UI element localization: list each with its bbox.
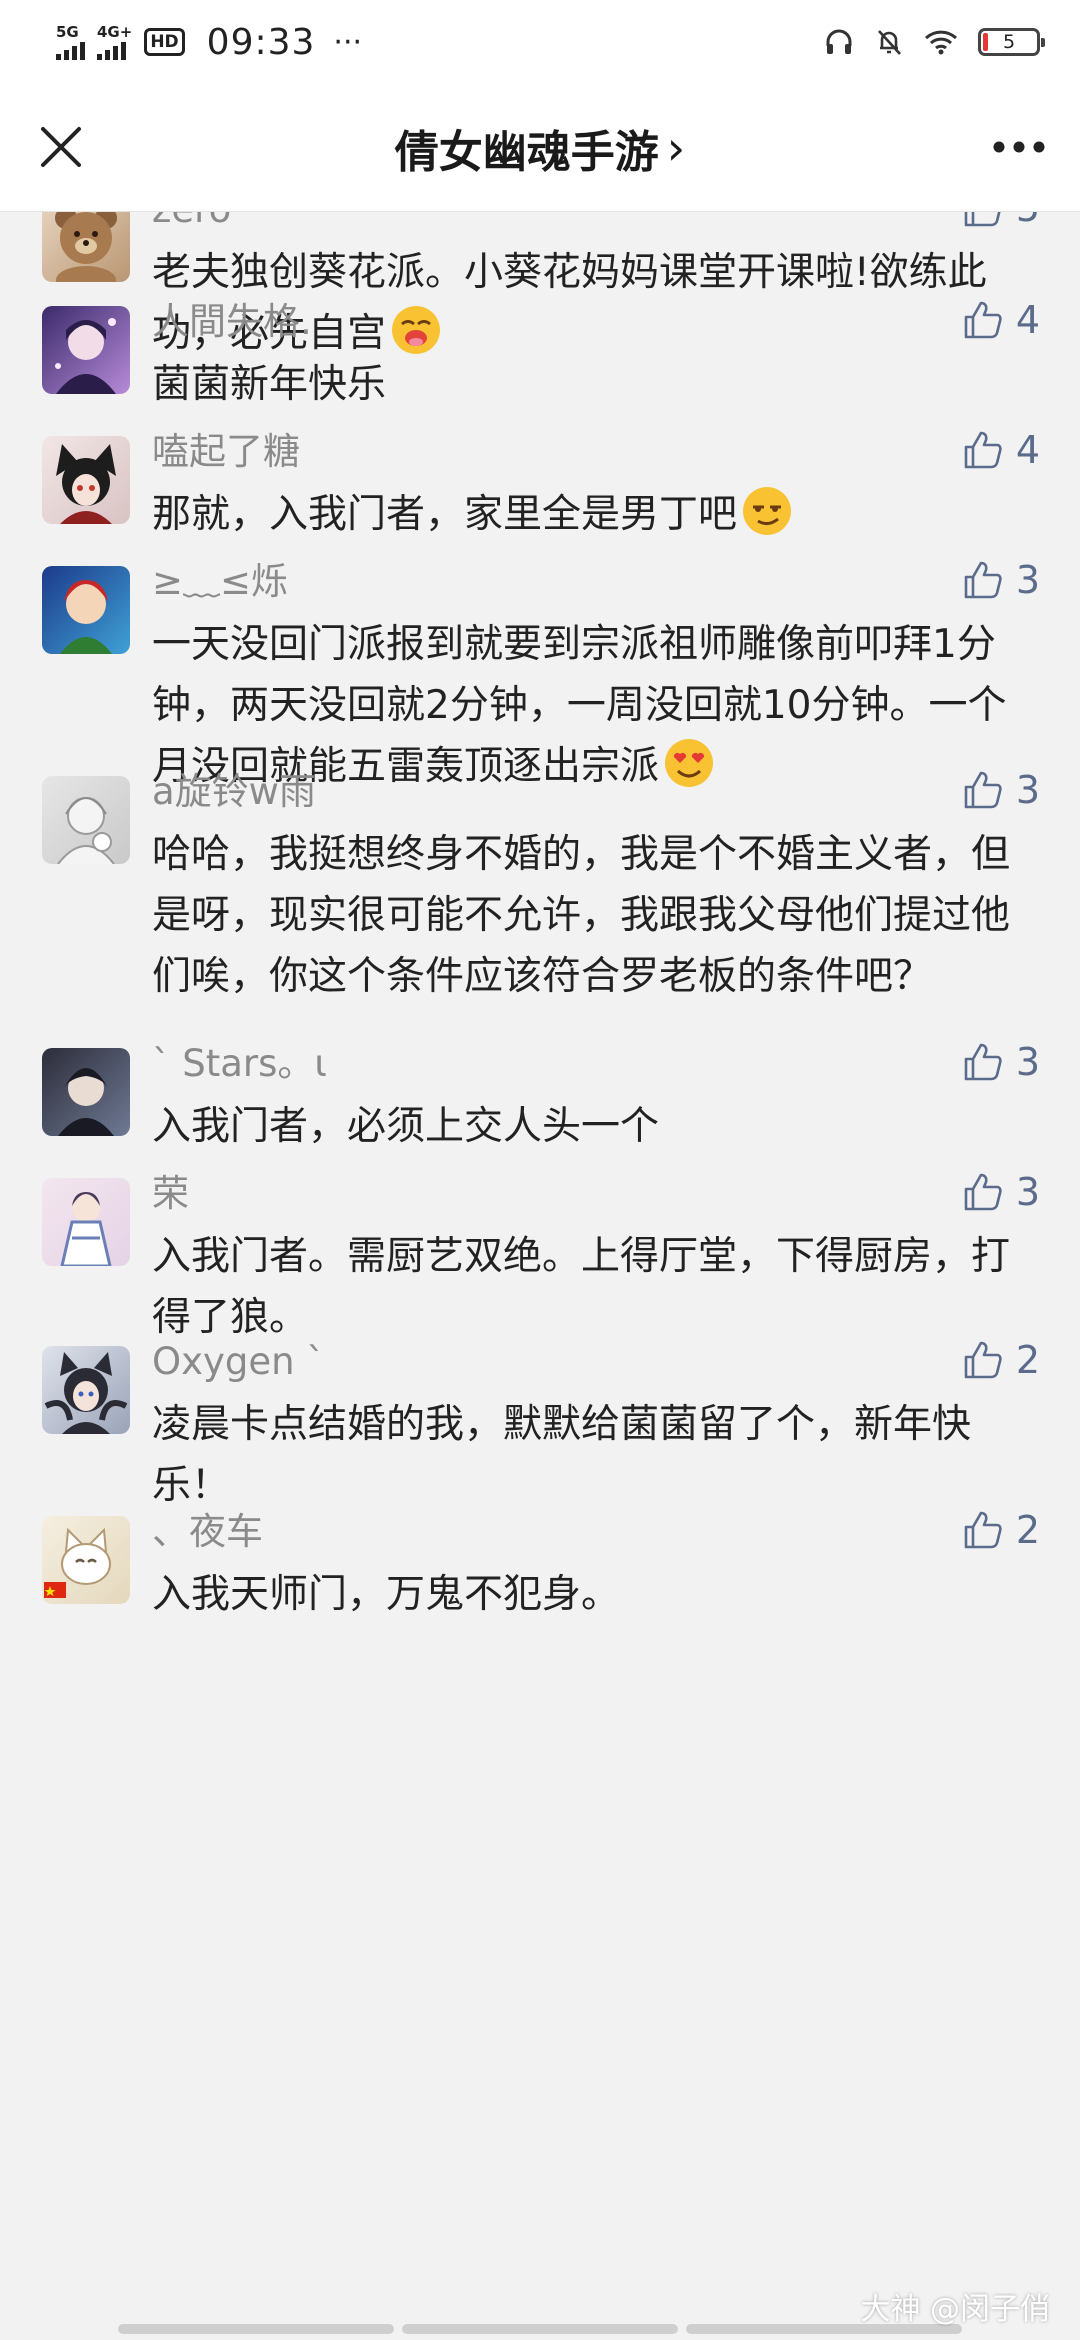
hanfu-avatar-icon <box>60 1192 112 1266</box>
comment-author[interactable]: ≥﹏≤烁 <box>152 558 288 606</box>
watermark: 大神 @闵子俏 <box>860 2292 1050 2327</box>
comment-text-content: 那就，入我门者，家里全是男丁吧 <box>152 492 738 537</box>
like-button[interactable]: 3 <box>962 1038 1040 1086</box>
like-count: 2 <box>1015 1338 1040 1382</box>
close-button[interactable] <box>26 112 96 182</box>
wifi-icon <box>924 30 958 55</box>
comment-list[interactable]: zero 5 老夫独创葵花派。小葵花妈妈课堂开课啦!欲练此功，必先自宫 <box>0 212 1080 2340</box>
nav-bar: 倩女幽魂手游 › <box>0 84 1080 212</box>
purple-anime-avatar-icon <box>55 318 116 394</box>
comment-text: 凌晨卡点结婚的我，默默给菌菌留了个，新年快乐！ <box>152 1394 1022 1516</box>
like-button[interactable]: 4 <box>962 426 1040 474</box>
status-left: 5G 4G+ HD 09:33 ··· <box>56 22 362 63</box>
avatar[interactable] <box>42 436 130 524</box>
thumbs-up-icon <box>964 431 1002 469</box>
more-dots-icon <box>993 141 1045 153</box>
close-icon <box>41 127 81 167</box>
battery-level: 5 <box>1002 31 1016 53</box>
comment-text-content: 入我门者。需厨艺双绝。上得厅堂，下得厨房，打得了狼。 <box>152 1234 1011 1340</box>
like-count: 2 <box>1015 1508 1040 1552</box>
like-button[interactable]: 4 <box>962 296 1040 344</box>
more-button[interactable] <box>984 112 1054 182</box>
like-count: 3 <box>1015 558 1040 602</box>
comment-author[interactable]: 嗑起了糖 <box>152 428 300 476</box>
thumbs-up-icon <box>964 771 1002 809</box>
thumbs-up-icon <box>964 1511 1002 1549</box>
home-indicator[interactable] <box>118 2324 962 2334</box>
thumbs-up-icon <box>964 1043 1002 1081</box>
comment-author[interactable]: 人間失格. <box>152 298 312 346</box>
chevron-right-icon: › <box>666 120 686 175</box>
comment-author[interactable]: 、夜车 <box>152 1508 263 1556</box>
sketch-avatar-icon <box>57 797 115 864</box>
like-button[interactable]: 5 <box>962 212 1040 232</box>
like-count: 3 <box>1015 1170 1040 1214</box>
comment-author[interactable]: Oxygen ˋ <box>152 1338 325 1386</box>
dark-anime-avatar-icon <box>58 1068 114 1136</box>
comment-author[interactable]: zero <box>152 212 231 234</box>
comment-text-content: 入我天师门，万鬼不犯身。 <box>152 1572 621 1617</box>
like-count: 4 <box>1015 428 1040 472</box>
mute-bell-icon <box>878 30 901 55</box>
comment-text: 哈哈，我挺想终身不婚的，我是个不婚主义者，但是呀，现实很可能不允许，我跟我父母他… <box>152 824 1022 1007</box>
comment-text: 那就，入我门者，家里全是男丁吧 <box>152 484 1022 545</box>
like-button[interactable]: 2 <box>962 1336 1040 1384</box>
wolf-avatar-icon <box>44 1352 128 1434</box>
like-button[interactable]: 2 <box>962 1506 1040 1554</box>
cat-avatar-icon <box>44 1527 111 1598</box>
avatar[interactable] <box>42 776 130 864</box>
page-title-text: 倩女幽魂手游 <box>394 126 659 178</box>
avatar[interactable] <box>42 212 130 282</box>
comment-text-content: 入我门者，必须上交人头一个 <box>152 1104 660 1149</box>
thumbs-up-icon <box>964 1173 1002 1211</box>
comment-text: 入我天师门，万鬼不犯身。 <box>152 1564 1022 1625</box>
avatar[interactable] <box>42 1048 130 1136</box>
like-button[interactable]: 3 <box>962 766 1040 814</box>
avatar[interactable] <box>42 1178 130 1266</box>
signal-5g-icon: 5G <box>56 22 85 60</box>
like-count: 5 <box>1016 212 1040 232</box>
avatar[interactable] <box>42 1516 130 1604</box>
signal-4g-label: 4G+ <box>97 22 133 41</box>
thumbs-up-icon <box>964 301 1002 339</box>
headphones-icon <box>826 29 852 54</box>
avatar[interactable] <box>42 566 130 654</box>
screen: 5G 4G+ HD 09:33 ··· 5 倩女幽魂手游 › 老夫独创葵花派。小… <box>0 0 1080 2340</box>
comment-author[interactable]: 荣 <box>152 1170 189 1218</box>
comment-text-content: 菌菌新年快乐 <box>152 362 387 407</box>
smirking-face-icon <box>743 487 792 535</box>
clock: 09:33 <box>206 21 316 63</box>
signal-4g-icon: 4G+ <box>97 22 133 60</box>
comment-author[interactable]: ˋ Stars。ι <box>152 1040 327 1088</box>
like-button[interactable]: 3 <box>962 1168 1040 1216</box>
thumbs-up-icon <box>964 212 1001 227</box>
thumbs-up-icon <box>964 1341 1002 1379</box>
cat-ear-avatar-icon <box>56 444 116 524</box>
comment-author[interactable]: a旋铃w雨 <box>152 768 316 816</box>
status-right: 5 <box>824 27 1045 57</box>
red-hair-avatar-icon <box>60 580 112 654</box>
comment-text-content: 一天没回门派报到就要到宗派祖师雕像前叩拜1分钟，两天没回就2分钟，一周没回就10… <box>152 622 1007 789</box>
like-count: 3 <box>1015 768 1040 812</box>
more-notifications-icon: ··· <box>333 24 363 60</box>
drooling-face-icon <box>392 306 441 354</box>
comment-text: 入我门者。需厨艺双绝。上得厅堂，下得厨房，打得了狼。 <box>152 1226 1022 1348</box>
comment-text-content: 凌晨卡点结婚的我，默默给菌菌留了个，新年快乐！ <box>152 1402 972 1508</box>
comment-text: 入我门者，必须上交人头一个 <box>152 1096 1022 1157</box>
avatar[interactable] <box>42 306 130 394</box>
avatar[interactable] <box>42 1346 130 1434</box>
battery-icon: 5 <box>978 28 1045 56</box>
page-title[interactable]: 倩女幽魂手游 › <box>395 116 685 180</box>
like-count: 4 <box>1015 298 1040 342</box>
thumbs-up-icon <box>964 561 1002 599</box>
status-bar: 5G 4G+ HD 09:33 ··· 5 <box>0 0 1080 84</box>
signal-5g-label: 5G <box>56 22 79 41</box>
like-button[interactable]: 3 <box>962 556 1040 604</box>
hd-icon: HD <box>144 28 185 56</box>
comment-text-content: 哈哈，我挺想终身不婚的，我是个不婚主义者，但是呀，现实很可能不允许，我跟我父母他… <box>152 832 1011 999</box>
heart-eyes-face-icon <box>665 739 714 787</box>
comment-text: 菌菌新年快乐 <box>152 354 1022 415</box>
teddy-bear-icon <box>55 212 117 282</box>
like-count: 3 <box>1015 1040 1040 1084</box>
